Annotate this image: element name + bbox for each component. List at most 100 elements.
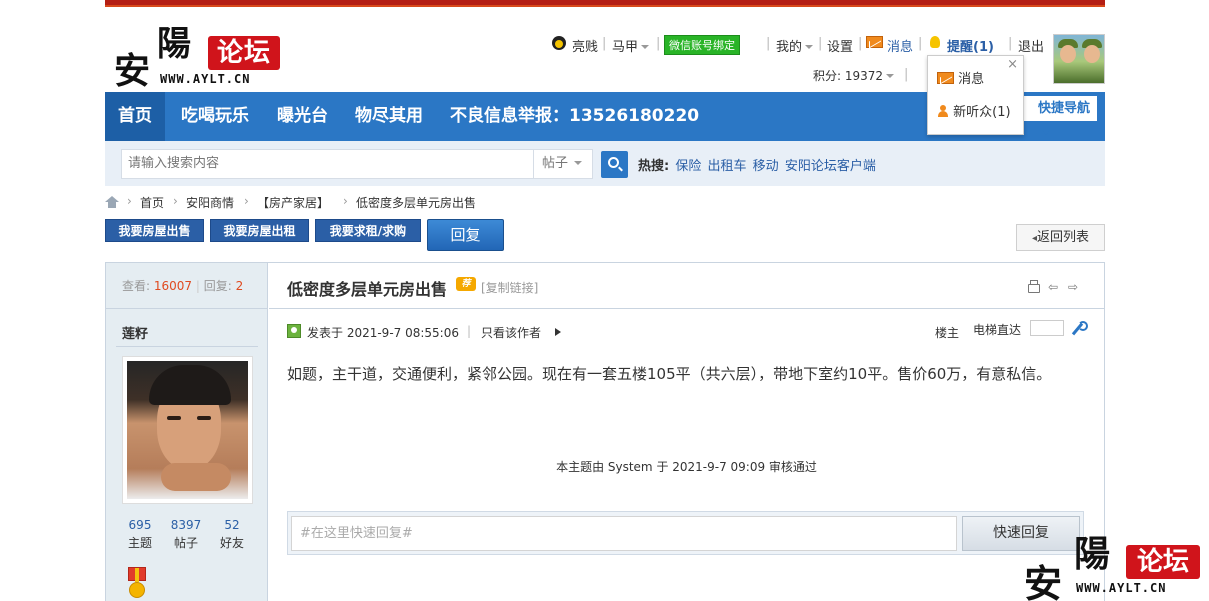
reply-button[interactable]: 回复 (427, 219, 504, 251)
post-meta: 发表于 2021-9-7 08:55:06 | 只看该作者 楼主 电梯直达 (287, 320, 1088, 341)
replies-count: 2 (235, 279, 244, 293)
nav-exposure[interactable]: 曝光台 (277, 92, 328, 141)
site-logo[interactable]: 安 陽 论坛 WWW.AYLT.CN (110, 14, 285, 92)
chevron-down-icon (641, 45, 650, 49)
copy-link[interactable]: [复制链接] (481, 279, 538, 296)
views-label: 查看: (122, 279, 151, 293)
messages-link[interactable]: 消息 (887, 36, 913, 55)
settings-link[interactable]: 设置 (827, 36, 853, 55)
stat-value: 695 (128, 518, 152, 532)
views-count: 16007 (153, 279, 193, 293)
mine-label: 我的 (776, 40, 803, 55)
breadcrumb-current: 低密度多层单元房出售 (356, 196, 477, 210)
quick-reply-box: #在这里快速回复# 快速回复 (287, 511, 1084, 555)
nav-home[interactable]: 首页 (105, 92, 165, 141)
title-tools: ⇦ ⇨ (1026, 280, 1084, 294)
replies-label: 回复: (203, 279, 232, 293)
wrench-icon[interactable] (1069, 321, 1088, 337)
sell-house-button[interactable]: 我要房屋出售 (105, 219, 204, 242)
close-icon[interactable]: × (1007, 57, 1018, 72)
points-label: 积分: 19372 (813, 69, 884, 83)
floor-jump-input[interactable] (1030, 320, 1064, 336)
home-icon[interactable] (105, 196, 119, 208)
points-menu[interactable]: 积分: 19372 (813, 67, 895, 84)
top-decor-strip (105, 0, 1105, 7)
back-to-list-label: 返回列表 (1037, 230, 1090, 245)
stat-value: 8397 (170, 518, 202, 532)
author-name[interactable]: 莲籽 (122, 323, 148, 342)
bulb-icon (930, 36, 940, 51)
chevron-down-icon (1042, 130, 1050, 135)
majia-menu[interactable]: 马甲 (612, 36, 650, 55)
recommend-badge: 荐 (456, 277, 476, 291)
quick-nav-button[interactable]: 快捷导航 (1024, 96, 1097, 135)
author-avatar[interactable] (122, 356, 253, 504)
divider: | (818, 36, 823, 51)
breadcrumb-realestate[interactable]: 【房产家居】 (257, 194, 329, 211)
wechat-bind-button[interactable]: 微信账号绑定 (664, 35, 740, 55)
divider: | (656, 36, 661, 51)
divider: | (1008, 36, 1013, 51)
post-column: 低密度多层单元房出售 荐 [复制链接] ⇦ ⇨ 发表于 2021-9-7 08:… (269, 263, 1106, 601)
next-thread-icon[interactable]: ⇨ (1066, 280, 1080, 294)
divider: | (766, 36, 771, 51)
search-type-select[interactable]: 帖子 (533, 149, 593, 179)
username-link[interactable]: 亮贱 (572, 36, 598, 55)
popup-messages[interactable]: 消息 (937, 68, 984, 87)
medal-icon[interactable] (126, 567, 148, 601)
nav-report-hotline[interactable]: 不良信息举报：13526180220 (450, 92, 699, 141)
search-bar: 请输入搜索内容 帖子 热搜: 保险 出租车 移动 安阳论坛客户端 (105, 141, 1105, 186)
post-content: 如题，主干道，交通便利，紧邻公园。现在有一套五楼105平（共六层），带地下室约1… (287, 365, 1052, 383)
thread-title: 低密度多层单元房出售 (287, 280, 448, 299)
audit-note: 本主题由 System 于 2021-9-7 09:09 审核通过 (556, 460, 817, 474)
hot-link-client[interactable]: 安阳论坛客户端 (785, 159, 876, 174)
divider: | (858, 36, 863, 51)
hot-search-label: 热搜: (638, 159, 670, 174)
post-container: 查看: 16007 | 回复: 2 莲籽 695 主题 8397 帖子 52 好友 低… (105, 262, 1105, 601)
play-icon (555, 328, 561, 336)
divider: | (918, 36, 923, 51)
elevator-label: 电梯直达 (973, 323, 1022, 337)
reminder-popup: × 消息 新听众(1) (927, 55, 1024, 135)
divider: | (602, 36, 607, 51)
logout-link[interactable]: 退出 (1018, 36, 1044, 55)
quick-reply-input[interactable]: #在这里快速回复# (291, 516, 957, 551)
author-stat-threads[interactable]: 695 主题 (120, 518, 160, 551)
only-author-link[interactable]: 只看该作者 (481, 324, 541, 341)
breadcrumb-home[interactable]: 首页 (140, 194, 164, 211)
search-type-label: 帖子 (542, 156, 569, 171)
hot-link-taxi[interactable]: 出租车 (708, 159, 747, 174)
author-stat-friends[interactable]: 52 好友 (212, 518, 252, 551)
search-input[interactable]: 请输入搜索内容 (121, 149, 533, 179)
author-stat-posts[interactable]: 8397 帖子 (166, 518, 206, 551)
divider: | (904, 67, 909, 82)
majia-label: 马甲 (612, 40, 639, 55)
nav-secondhand[interactable]: 物尽其用 (355, 92, 423, 141)
user-avatar[interactable] (1053, 34, 1105, 84)
user-icon (937, 105, 949, 117)
hot-link-insurance[interactable]: 保险 (675, 159, 701, 174)
print-icon[interactable] (1026, 280, 1040, 294)
chevron-down-icon (886, 74, 895, 78)
popup-new-followers[interactable]: 新听众(1) (937, 101, 1011, 120)
prev-thread-icon[interactable]: ⇦ (1046, 280, 1060, 294)
online-user-icon (287, 324, 301, 338)
reminders-link[interactable]: 提醒(1) (947, 36, 994, 55)
logo-char-an: 安 (114, 50, 151, 92)
hot-link-mobile[interactable]: 移动 (753, 159, 779, 174)
nav-food-fun[interactable]: 吃喝玩乐 (181, 92, 249, 141)
watermark-logo: 安 陽 论坛 WWW.AYLT.CN (1022, 525, 1202, 601)
stat-value: 52 (224, 518, 240, 532)
search-button[interactable] (601, 151, 628, 178)
mine-menu[interactable]: 我的 (776, 36, 814, 55)
rent-house-button[interactable]: 我要房屋出租 (210, 219, 309, 242)
breadcrumb-business[interactable]: 安阳商情 (186, 194, 234, 211)
back-to-list-button[interactable]: ◂返回列表 (1016, 224, 1105, 251)
popup-followers-label: 新听众(1) (953, 105, 1011, 120)
hot-search: 热搜: 保险 出租车 移动 安阳论坛客户端 (638, 155, 876, 174)
author-column: 查看: 16007 | 回复: 2 莲籽 695 主题 8397 帖子 52 好友 (106, 263, 268, 601)
qq-icon (552, 36, 566, 52)
quick-nav-label: 快捷导航 (1038, 101, 1091, 116)
seek-rent-button[interactable]: 我要求租/求购 (315, 219, 421, 242)
chevron-down-icon (805, 45, 814, 49)
